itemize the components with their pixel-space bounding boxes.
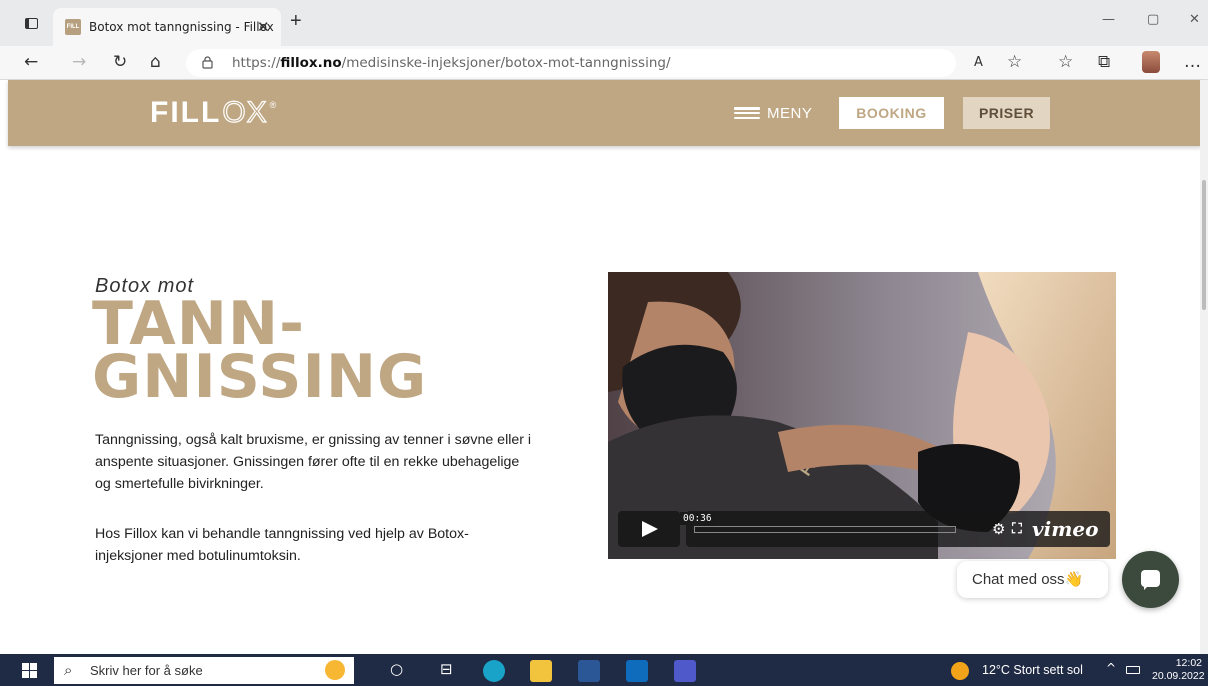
- logo-text-fill: FILL: [150, 96, 222, 129]
- hero-paragraph-2: Hos Fillox kan vi behandle tanngnissing …: [95, 526, 469, 564]
- hamburger-icon: [734, 107, 760, 119]
- battery-icon[interactable]: [1126, 666, 1140, 674]
- windows-taskbar: ⌕ Skriv her for å søke ○ ⊟ 12°C Stort se…: [0, 654, 1208, 686]
- site-header: FILL OX ® MENY BOOKING PRISER: [8, 80, 1202, 146]
- collections-icon[interactable]: ⧉: [1098, 52, 1110, 72]
- progress-track[interactable]: [694, 526, 956, 533]
- profile-avatar[interactable]: [1142, 51, 1160, 73]
- browser-toolbar: ← → ↻ ⌂ https://fillox.no/medisinske-inj…: [0, 46, 1208, 80]
- reload-icon[interactable]: ↻: [113, 52, 127, 72]
- windows-start-icon[interactable]: [22, 663, 37, 678]
- browser-tab-strip: FILL Botox mot tanngnissing - Fillox ✕ +…: [0, 0, 1208, 46]
- logo-text-ox: OX: [222, 95, 268, 129]
- fillox-favicon-icon: FILL: [65, 19, 81, 35]
- page-scrollbar[interactable]: [1200, 80, 1208, 654]
- window-minimize-button[interactable]: —: [1102, 12, 1115, 27]
- home-icon[interactable]: ⌂: [150, 52, 161, 72]
- clock-date: 20.09.2022: [1152, 670, 1205, 682]
- hero-paragraph-1: Tanngnissing, også kalt bruxisme, er gni…: [95, 432, 532, 492]
- settings-icon[interactable]: ⚙: [992, 520, 1005, 538]
- browser-tab[interactable]: FILL Botox mot tanngnissing - Fillox ✕: [53, 8, 281, 46]
- chat-bubble-icon: [1141, 570, 1160, 590]
- task-view-icon[interactable]: ⊟: [440, 660, 453, 678]
- word-icon[interactable]: [578, 660, 600, 682]
- play-icon: [642, 521, 658, 537]
- forward-icon[interactable]: →: [72, 52, 86, 72]
- lock-icon[interactable]: [202, 56, 213, 69]
- tray-overflow-icon[interactable]: ^: [1106, 661, 1116, 675]
- booking-button[interactable]: BOOKING: [839, 97, 944, 129]
- taskbar-search-placeholder: Skriv her for å søke: [90, 663, 203, 678]
- window-close-button[interactable]: ✕: [1189, 12, 1200, 27]
- video-player[interactable]: FILLOX ⚙ ⛶ vimeo 00:36: [608, 272, 1116, 559]
- back-icon[interactable]: ←: [24, 52, 38, 72]
- scrollbar-thumb[interactable]: [1202, 180, 1206, 310]
- address-bar[interactable]: https://fillox.no/medisinske-injeksjoner…: [186, 49, 956, 77]
- tab-actions-icon[interactable]: [20, 12, 42, 34]
- chat-label-text: Chat med oss: [972, 571, 1065, 588]
- video-controls-bar: ⚙ ⛶ vimeo: [686, 511, 1110, 547]
- tab-title: Botox mot tanngnissing - Fillox: [89, 20, 274, 34]
- screen: FILL Botox mot tanngnissing - Fillox ✕ +…: [0, 0, 1208, 686]
- taskbar-clock[interactable]: 12:02 20.09.2022: [1152, 657, 1205, 683]
- edge-icon[interactable]: [483, 660, 505, 682]
- taskbar-search[interactable]: ⌕ Skriv her for å søke: [54, 657, 354, 684]
- hero-title-line2: GNISSING: [92, 342, 428, 412]
- add-favorite-icon[interactable]: ☆: [1007, 52, 1022, 72]
- teams-icon[interactable]: [674, 660, 696, 682]
- outlook-icon[interactable]: [626, 660, 648, 682]
- file-explorer-icon[interactable]: [530, 660, 552, 682]
- url-text[interactable]: https://fillox.no/medisinske-injeksjoner…: [232, 55, 671, 71]
- weather-text[interactable]: 12°C Stort sett sol: [982, 663, 1083, 677]
- favorites-icon[interactable]: ☆: [1058, 52, 1073, 72]
- fillox-logo[interactable]: FILL OX ®: [150, 94, 276, 132]
- cortana-icon[interactable]: ○: [390, 660, 403, 678]
- chat-label[interactable]: Chat med oss👋: [957, 561, 1108, 598]
- play-button[interactable]: [618, 511, 680, 547]
- tab-close-icon[interactable]: ✕: [257, 18, 270, 36]
- menu-label: MENY: [767, 104, 813, 122]
- logo-registered: ®: [269, 100, 277, 110]
- wave-emoji-icon: 👋: [1064, 571, 1084, 588]
- new-tab-button[interactable]: +: [290, 10, 302, 33]
- chat-button[interactable]: [1122, 551, 1179, 608]
- fullscreen-icon[interactable]: ⛶: [1012, 520, 1022, 537]
- read-aloud-icon[interactable]: A: [974, 55, 983, 70]
- video-timecode: 00:36: [680, 512, 715, 525]
- window-maximize-button[interactable]: ▢: [1147, 12, 1159, 27]
- menu-button[interactable]: MENY: [734, 102, 812, 124]
- priser-button[interactable]: PRISER: [963, 97, 1050, 129]
- clock-time: 12:02: [1175, 657, 1202, 669]
- more-icon[interactable]: …: [1184, 52, 1201, 72]
- search-highlight-icon[interactable]: [325, 660, 345, 680]
- vimeo-logo[interactable]: vimeo: [1032, 517, 1098, 541]
- search-icon: ⌕: [64, 661, 73, 679]
- weather-sun-icon[interactable]: [951, 662, 969, 680]
